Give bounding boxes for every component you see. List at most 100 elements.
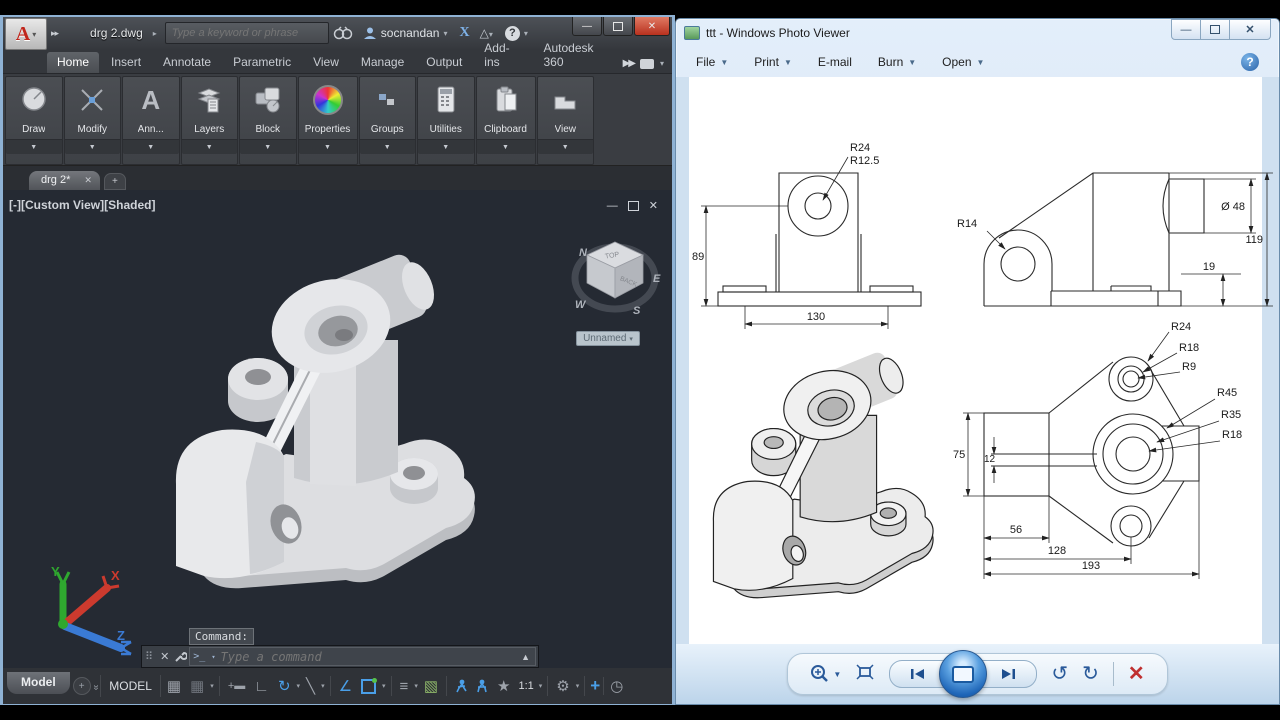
ortho-mode-icon[interactable]: ∟ <box>251 676 272 697</box>
panel-dropdown[interactable]: ▼ <box>418 139 474 154</box>
ribbon-expand-icon[interactable]: ▶▶ <box>623 58 634 69</box>
tab-output[interactable]: Output <box>416 52 472 73</box>
object-snap-icon[interactable] <box>358 677 379 696</box>
new-layout-button[interactable]: + <box>73 677 91 695</box>
object-snap-tracking-icon[interactable]: ∠ <box>336 675 355 697</box>
panel-groups[interactable]: Groups ▼ <box>359 76 417 165</box>
panel-dropdown[interactable]: ▼ <box>240 139 296 154</box>
settings-gear-icon[interactable]: ⚙ <box>553 675 572 697</box>
panel-modify[interactable]: Modify ▼ <box>64 76 122 165</box>
tab-home[interactable]: Home <box>47 52 99 73</box>
command-close-icon[interactable]: ✕ <box>156 650 173 663</box>
ribbon-display-icon[interactable] <box>640 59 654 69</box>
play-slideshow-button[interactable] <box>939 650 987 698</box>
quick-access-expand-icon[interactable]: ▸▸ <box>51 28 58 39</box>
autoscale-icon[interactable] <box>473 677 491 695</box>
panel-properties[interactable]: Properties ▼ <box>298 76 358 165</box>
panel-annotation[interactable]: A Ann... ▼ <box>122 76 180 165</box>
dynamic-input-icon[interactable]: +▬ <box>225 678 248 694</box>
panel-dropdown[interactable]: ▼ <box>477 139 535 154</box>
close-button[interactable]: ✕ <box>634 17 670 36</box>
tab-annotate[interactable]: Annotate <box>153 52 221 73</box>
drag-handle-icon[interactable]: ⠿ <box>142 650 156 663</box>
delete-button[interactable]: ✕ <box>1128 664 1145 684</box>
minimize-button[interactable]: — <box>1171 19 1201 40</box>
panel-block[interactable]: Block ▼ <box>239 76 297 165</box>
restore-button[interactable] <box>603 17 633 36</box>
grid-display-icon[interactable]: ▦ <box>164 675 184 697</box>
zoom-button[interactable]: ▼ <box>810 664 841 684</box>
panel-clipboard[interactable]: Clipboard ▼ <box>476 76 536 165</box>
model-viewport[interactable]: [-][Custom View][Shaded] — ✕ N W S E TOP… <box>3 190 672 668</box>
wrench-icon[interactable] <box>173 650 187 664</box>
rotate-clockwise-button[interactable]: ↻ <box>1082 664 1099 684</box>
lineweight-icon[interactable]: ≡ <box>397 676 412 697</box>
panel-dropdown[interactable]: ▼ <box>182 139 238 154</box>
isodraft-icon[interactable]: ╲ <box>303 675 318 697</box>
signin-user[interactable]: socnandan ▾ <box>363 26 448 40</box>
clock-icon[interactable]: ◷ <box>603 677 623 695</box>
viewport-controls-label[interactable]: [-][Custom View][Shaded] <box>9 198 155 212</box>
menu-email[interactable]: E-mail <box>818 55 852 69</box>
3d-osnap-icon[interactable]: ▧ <box>421 675 441 697</box>
viewcube[interactable]: N W S E TOP BACK <box>567 226 663 326</box>
model-space-toggle[interactable]: MODEL <box>100 675 161 697</box>
fit-to-window-button[interactable] <box>855 663 875 686</box>
annotation-visibility-icon[interactable] <box>452 677 470 695</box>
panel-layers[interactable]: Layers ▼ <box>181 76 239 165</box>
binoculars-search-icon[interactable] <box>333 26 353 40</box>
command-bar[interactable]: ⠿ ✕ >_ ▾ ▲ <box>141 645 539 668</box>
close-button[interactable]: ✕ <box>1229 19 1271 40</box>
tab-view[interactable]: View <box>303 52 349 73</box>
menu-print[interactable]: Print▼ <box>754 55 792 69</box>
tab-insert[interactable]: Insert <box>101 52 151 73</box>
tab-addins[interactable]: Add-ins <box>474 38 531 73</box>
layout-chevrons-icon[interactable]: » <box>90 684 101 688</box>
panel-dropdown[interactable]: ▼ <box>65 139 121 154</box>
doc-restore-button[interactable] <box>628 201 639 211</box>
doc-minimize-button[interactable]: — <box>607 200 618 212</box>
maximize-button[interactable] <box>1200 19 1230 40</box>
photo-content-area: 89 130 R24 R12.5 <box>676 77 1279 644</box>
command-input[interactable] <box>219 649 517 665</box>
3d-model-part[interactable] <box>146 232 496 594</box>
help-icon[interactable]: ? <box>1241 53 1259 71</box>
tab-manage[interactable]: Manage <box>351 52 414 73</box>
annotation-scale-star-icon[interactable]: ★ <box>494 675 513 697</box>
panel-utilities[interactable]: Utilities ▼ <box>417 76 475 165</box>
viewcube-view-name[interactable]: Unnamed▾ <box>576 331 640 346</box>
panel-draw[interactable]: Draw ▼ <box>5 76 63 165</box>
polar-tracking-icon[interactable]: ↻ <box>275 675 294 697</box>
panel-dropdown[interactable]: ▼ <box>6 139 62 154</box>
close-icon[interactable]: ✕ <box>84 175 92 186</box>
command-input-field[interactable]: >_ ▾ ▲ <box>189 647 536 666</box>
command-expand-icon[interactable]: ▲ <box>516 652 535 662</box>
panel-dropdown[interactable]: ▼ <box>123 139 179 154</box>
photo-viewer-title: ttt - Windows Photo Viewer <box>706 26 1166 40</box>
minimize-button[interactable]: — <box>572 17 602 36</box>
menu-file[interactable]: File▼ <box>696 55 728 69</box>
annotation-scale-value[interactable]: 1:1 <box>516 680 535 692</box>
isolate-objects-icon[interactable]: + <box>590 676 600 696</box>
next-icon <box>1000 668 1016 680</box>
panel-dropdown[interactable]: ▼ <box>538 139 594 154</box>
next-button[interactable] <box>979 660 1037 688</box>
search-input[interactable] <box>170 26 324 40</box>
doc-close-button[interactable]: ✕ <box>649 199 658 212</box>
autocad-app-button[interactable]: A ▾ <box>5 18 47 50</box>
panel-dropdown[interactable]: ▼ <box>299 139 357 154</box>
tab-autodesk360[interactable]: Autodesk 360 <box>534 38 621 73</box>
exchange-apps-icon[interactable]: X <box>460 25 470 41</box>
rotate-counterclockwise-button[interactable]: ↺ <box>1051 664 1068 684</box>
layers-icon <box>193 77 225 123</box>
model-layout-tab[interactable]: Model <box>7 672 70 694</box>
panel-view[interactable]: View ▼ <box>537 76 595 165</box>
search-field[interactable] <box>165 22 329 44</box>
new-tab-button[interactable]: + <box>104 173 126 190</box>
tab-parametric[interactable]: Parametric <box>223 52 301 73</box>
menu-open[interactable]: Open▼ <box>942 55 984 69</box>
panel-dropdown[interactable]: ▼ <box>360 139 416 154</box>
file-tab-drg2[interactable]: drg 2* ✕ <box>29 171 100 190</box>
menu-burn[interactable]: Burn▼ <box>878 55 916 69</box>
snap-mode-icon[interactable]: ▦ <box>187 675 207 697</box>
